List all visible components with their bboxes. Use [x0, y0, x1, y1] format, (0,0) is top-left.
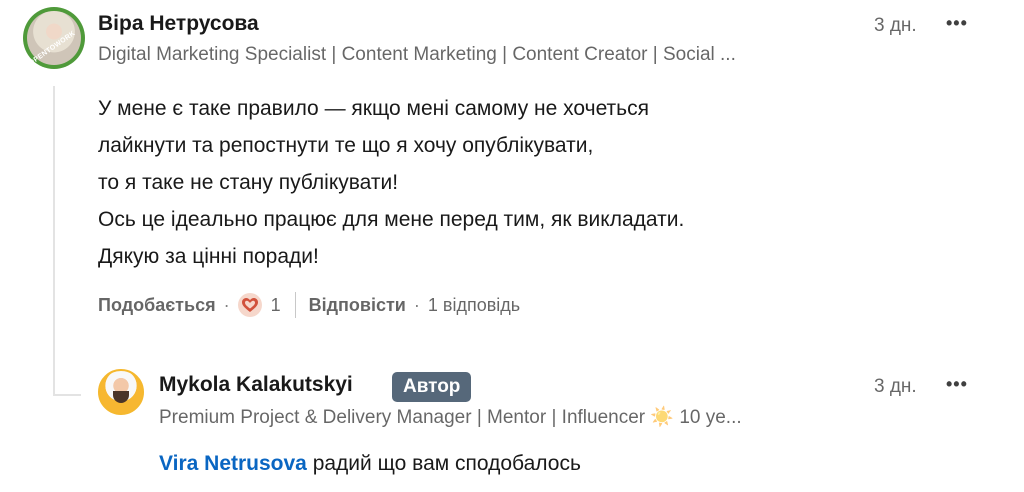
heart-icon[interactable]	[237, 293, 262, 317]
reply-button[interactable]: Відповісти	[309, 295, 406, 316]
comment-body-line: то я таке не стану публікувати!	[98, 171, 399, 194]
author-badge: Автор	[392, 372, 472, 402]
divider	[294, 292, 296, 318]
comment-body: У мене є таке правило — якщо мені самому…	[98, 90, 684, 275]
comment-author-headline: Digital Marketing Specialist | Content M…	[98, 44, 736, 65]
thread-line	[53, 86, 55, 396]
ellipsis-icon: •••	[946, 374, 968, 394]
reply-avatar[interactable]	[98, 369, 144, 415]
separator-dot: ·	[413, 294, 420, 315]
avatar[interactable]: OPENTOWORK	[23, 7, 85, 69]
reply-more-options-button[interactable]: •••	[946, 374, 968, 395]
reply-timestamp: 3 дн.	[874, 376, 917, 397]
comment-actions: Подобається · 1 Відповісти · 1 відповідь	[98, 291, 520, 319]
avatar-photo	[113, 391, 129, 403]
mention-link[interactable]: Vira Netrusova	[159, 452, 307, 475]
comment-body-line: лайкнути та репостнути те що я хочу опуб…	[98, 134, 594, 157]
separator-dot: ·	[223, 294, 230, 315]
comment-body-line: У мене є таке правило — якщо мені самому…	[98, 97, 649, 120]
reply-body: Vira Netrusova радий що вам сподобалось	[159, 452, 581, 476]
like-button[interactable]: Подобається	[98, 295, 216, 316]
comment-body-line: Ось це ідеально працює для мене перед ти…	[98, 208, 685, 231]
replies-count[interactable]: 1 відповідь	[428, 295, 520, 316]
comment-body-line: Дякую за цінні поради!	[98, 245, 319, 268]
ellipsis-icon: •••	[946, 13, 968, 33]
reply-author-headline: Premium Project & Delivery Manager | Men…	[159, 407, 742, 428]
comment-author-name[interactable]: Віра Нетрусова	[98, 12, 259, 36]
reply-author-name[interactable]: Mykola Kalakutskyi	[159, 373, 353, 397]
comment-timestamp: 3 дн.	[874, 15, 917, 36]
thread-line-branch	[53, 394, 81, 396]
reaction-count[interactable]: 1	[271, 295, 281, 316]
more-options-button[interactable]: •••	[946, 13, 968, 34]
reply-text: радий що вам сподобалось	[306, 452, 581, 475]
